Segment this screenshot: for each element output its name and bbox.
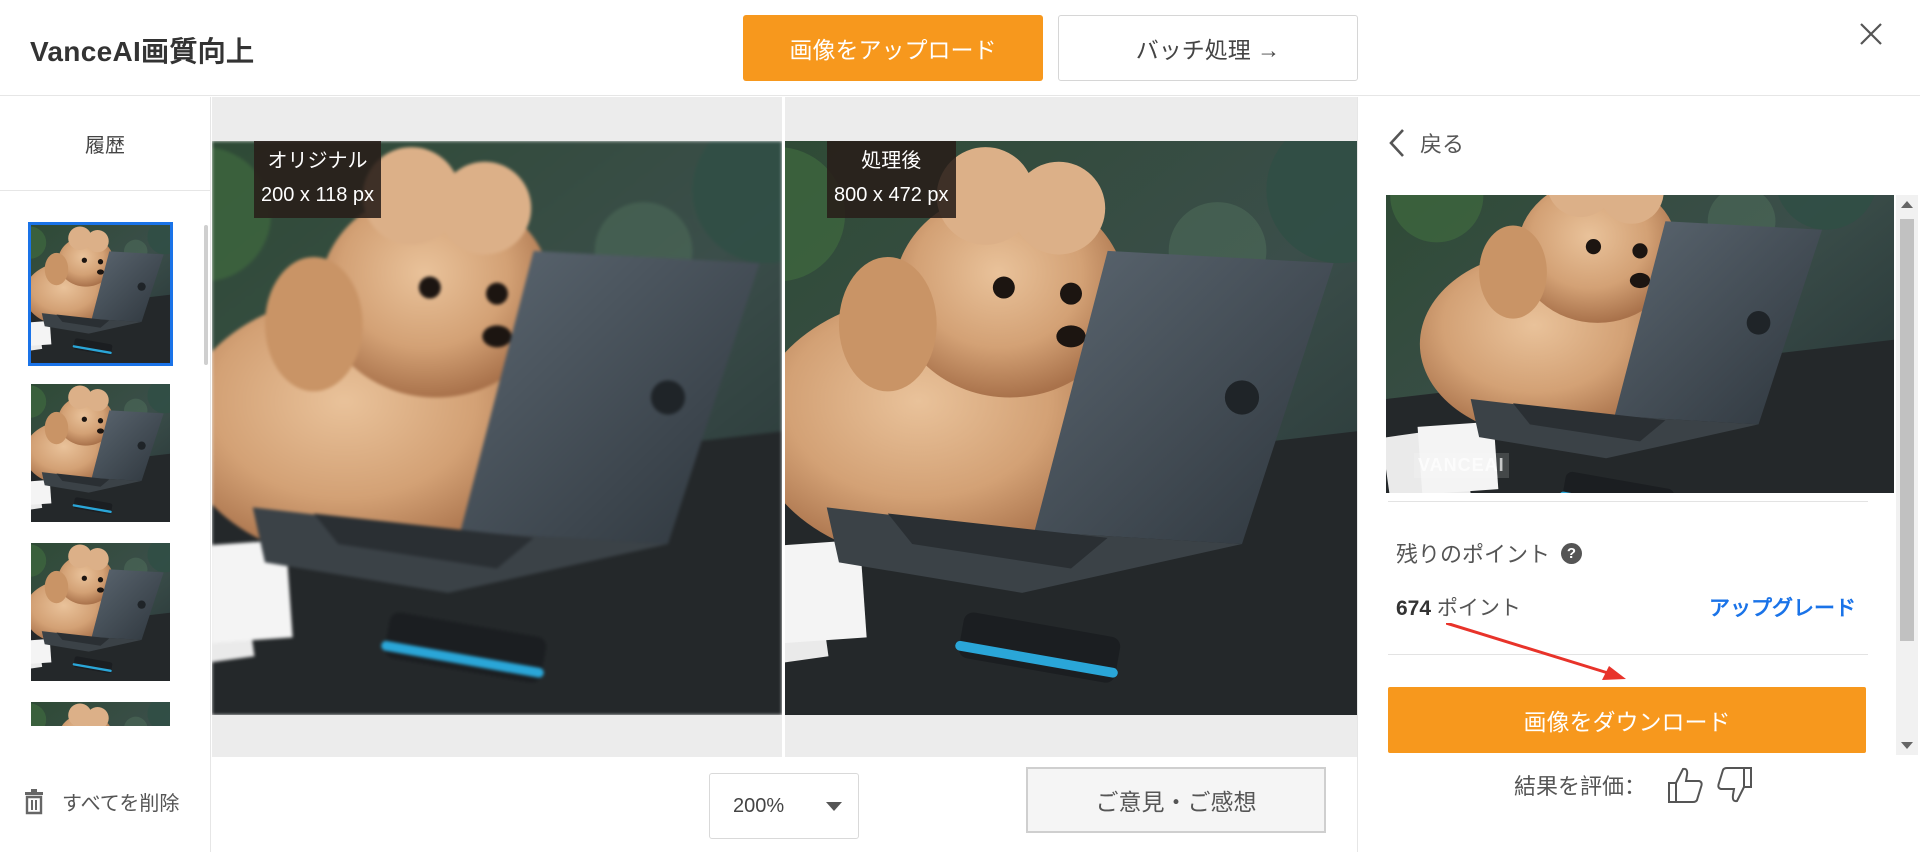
history-thumbnail[interactable] — [28, 699, 173, 726]
chevron-down-icon — [826, 802, 842, 811]
original-size-tag: オリジナル 200 x 118 px — [254, 141, 382, 218]
compare-viewer[interactable]: オリジナル 200 x 118 px 処理後 800 x 472 px — [212, 97, 1357, 757]
compare-divider[interactable] — [782, 97, 785, 757]
original-label: オリジナル — [267, 150, 368, 172]
history-title: 履歴 — [0, 97, 210, 191]
points-unit: ポイント — [1431, 597, 1521, 620]
chevron-left-icon — [1389, 129, 1404, 157]
original-photo — [212, 141, 782, 715]
close-button[interactable] — [1855, 18, 1887, 50]
batch-process-button[interactable]: バッチ処理 → — [1058, 15, 1358, 81]
original-size: 200 x 118 px — [261, 184, 375, 206]
trash-icon — [25, 788, 43, 814]
original-image — [212, 141, 782, 715]
points-label-text: 残りのポイント — [1396, 542, 1551, 567]
annotation-arrow-icon — [1446, 623, 1626, 680]
back-label: 戻る — [1420, 132, 1465, 157]
scroll-up-arrow-icon[interactable] — [1901, 201, 1913, 208]
history-thumbnail[interactable] — [28, 540, 173, 684]
delete-all-label: すべてを削除 — [62, 793, 180, 815]
thumbnail-image — [31, 702, 170, 726]
result-preview: VANCEAI — [1386, 195, 1894, 493]
result-panel: 戻る VANCEAI 残りのポイント ? 674 ポイント アップグレード 画像… — [1357, 97, 1920, 852]
rate-label: 結果を評価： — [1514, 774, 1647, 799]
app-header: VanceAI画質向上 画像をアップロード バッチ処理 → — [0, 0, 1920, 96]
result-photo — [1386, 195, 1894, 493]
processed-size: 800 x 472 px — [834, 184, 949, 206]
points-number: 674 — [1396, 597, 1432, 620]
panel-scrollbar-thumb[interactable] — [1900, 219, 1914, 641]
history-list — [28, 222, 178, 726]
history-thumbnail[interactable] — [28, 381, 173, 525]
scroll-down-arrow-icon[interactable] — [1901, 742, 1913, 749]
zoom-value: 200% — [733, 794, 785, 817]
rate-result: 結果を評価： — [1514, 765, 1766, 805]
upload-image-button[interactable]: 画像をアップロード — [743, 15, 1043, 81]
delete-all-button[interactable]: すべてを削除 — [22, 787, 179, 816]
upgrade-link[interactable]: アップグレード — [1709, 592, 1856, 622]
feedback-button[interactable]: ご意見・ご感想 — [1026, 767, 1326, 833]
history-thumbnail[interactable] — [28, 222, 173, 366]
processed-size-tag: 処理後 800 x 472 px — [827, 141, 956, 218]
thumbnail-image — [31, 384, 170, 522]
divider — [1388, 501, 1868, 502]
help-icon[interactable]: ? — [1561, 542, 1583, 564]
processed-image — [785, 141, 1357, 715]
zoom-select[interactable]: 200% — [709, 773, 859, 839]
history-scrollbar[interactable] — [204, 225, 208, 365]
history-sidebar: 履歴 すべてを削除 — [0, 97, 211, 852]
back-button[interactable]: 戻る — [1388, 127, 1464, 159]
processed-photo — [785, 141, 1357, 715]
thumbs-down-icon[interactable] — [1716, 765, 1754, 805]
thumbnail-image — [31, 543, 170, 681]
processed-label: 処理後 — [861, 150, 922, 172]
points-value: 674 ポイント — [1396, 592, 1521, 622]
watermark: VANCEAI — [1414, 453, 1509, 478]
remaining-points-label: 残りのポイント ? — [1396, 537, 1583, 569]
close-icon — [1860, 23, 1882, 45]
download-image-button[interactable]: 画像をダウンロード — [1388, 687, 1866, 753]
thumbnail-image — [31, 225, 170, 363]
brand-title: VanceAI画質向上 — [30, 36, 255, 67]
thumbs-up-icon[interactable] — [1666, 765, 1704, 805]
